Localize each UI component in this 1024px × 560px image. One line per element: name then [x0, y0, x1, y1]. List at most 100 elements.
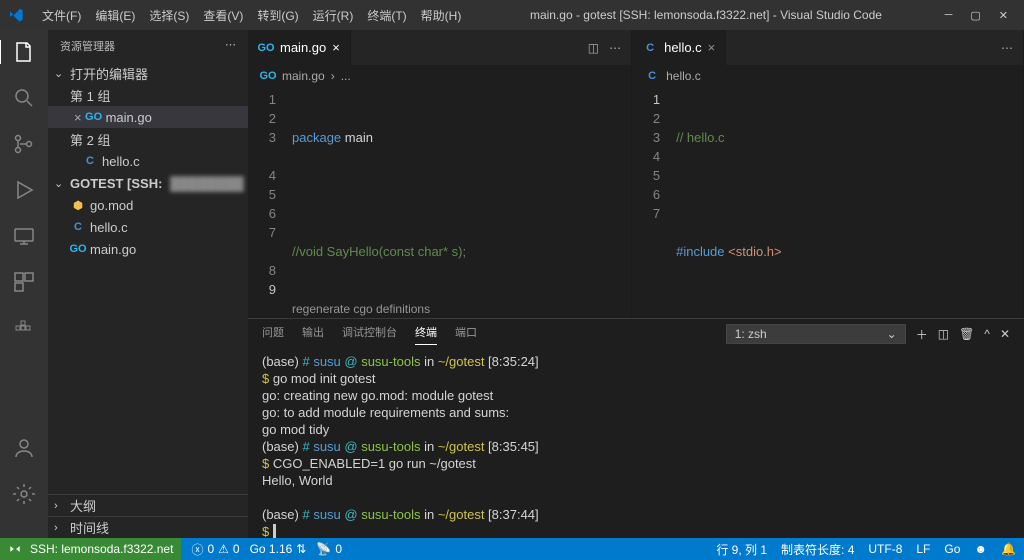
- window-controls: ─ ▢ ✕: [945, 9, 1016, 22]
- status-eol[interactable]: LF: [916, 541, 930, 558]
- close-button[interactable]: ✕: [999, 9, 1008, 22]
- docker-icon[interactable]: [12, 316, 36, 340]
- titlebar: 文件(F) 编辑(E) 选择(S) 查看(V) 转到(G) 运行(R) 终端(T…: [0, 0, 1024, 30]
- editor-pane-2: Chello.c× ⋯ Chello.c 1234567 // hello.c …: [632, 30, 1024, 318]
- panel-tab-debug-console[interactable]: 调试控制台: [342, 324, 397, 344]
- split-editor-icon[interactable]: ◫: [588, 41, 599, 55]
- remote-explorer-icon[interactable]: [12, 224, 36, 248]
- sidebar-explorer: 资源管理器 ⋯ ⌄打开的编辑器 第 1 组 × GOmain.go 第 2 组 C…: [48, 30, 248, 538]
- close-tab-icon[interactable]: ×: [332, 40, 340, 55]
- status-encoding[interactable]: UTF-8: [868, 541, 902, 558]
- open-editor-hello-c[interactable]: Chello.c: [48, 150, 248, 172]
- activity-bar: [0, 30, 48, 538]
- line-gutter: 1234567: [632, 87, 672, 318]
- run-debug-icon[interactable]: [12, 178, 36, 202]
- go-file-icon: GO: [70, 241, 86, 257]
- status-remote-ssh[interactable]: SSH: lemonsoda.f3322.net: [0, 538, 181, 560]
- panel-tabs: 问题 输出 调试控制台 终端 端口 1: zsh⌄ ＋ ◫ 🗑 ^ ✕: [248, 319, 1024, 349]
- window-title: main.go - gotest [SSH: lemonsoda.f3322.n…: [467, 8, 944, 22]
- source-control-icon[interactable]: [12, 132, 36, 156]
- menu-select[interactable]: 选择(S): [143, 3, 195, 28]
- menu-help[interactable]: 帮助(H): [415, 3, 468, 28]
- kill-terminal-icon[interactable]: 🗑: [959, 327, 974, 341]
- status-problems[interactable]: ⓧ 0 ⚠ 0: [191, 541, 239, 558]
- menu-terminal[interactable]: 终端(T): [361, 3, 412, 28]
- status-feedback-icon[interactable]: ☻: [974, 541, 987, 558]
- status-cursor-position[interactable]: 行 9, 列 1: [716, 541, 767, 558]
- account-icon[interactable]: [12, 436, 36, 460]
- panel-tab-output[interactable]: 输出: [302, 324, 324, 344]
- menu-edit[interactable]: 编辑(E): [89, 3, 141, 28]
- c-file-icon: C: [644, 68, 660, 84]
- panel-tab-problems[interactable]: 问题: [262, 324, 284, 344]
- sidebar-more-icon[interactable]: ⋯: [225, 38, 236, 54]
- explorer-tree: ⌄打开的编辑器 第 1 组 ×GOmain.go 第 2 组 Chello.c …: [48, 62, 248, 494]
- sidebar-header: 资源管理器 ⋯: [48, 30, 248, 62]
- c-file-icon: C: [70, 219, 86, 235]
- split-terminal-icon[interactable]: ◫: [938, 327, 949, 341]
- status-ports[interactable]: 📡 0: [316, 542, 342, 556]
- file-hello-c[interactable]: Chello.c: [48, 216, 248, 238]
- code-editor-1[interactable]: 123456789 package main //void SayHello(c…: [248, 87, 631, 318]
- chevron-down-icon: ⌄: [887, 327, 897, 341]
- terminal-selector[interactable]: 1: zsh⌄: [726, 324, 906, 344]
- group-2-label[interactable]: 第 2 组: [48, 128, 248, 150]
- code-editor-2[interactable]: 1234567 // hello.c #include <stdio.h> vo…: [632, 87, 1023, 318]
- editor-pane-1: GOmain.go× ◫ ⋯ GOmain.go›... 123456789 p…: [248, 30, 632, 318]
- explorer-icon[interactable]: [0, 40, 47, 64]
- file-main-go[interactable]: GOmain.go: [48, 238, 248, 260]
- c-file-icon: C: [642, 40, 658, 56]
- project-root[interactable]: ⌄GOTEST [SSH: ████████: [48, 172, 248, 194]
- extensions-icon[interactable]: [12, 270, 36, 294]
- status-indentation[interactable]: 制表符长度: 4: [781, 541, 854, 558]
- status-bar: SSH: lemonsoda.f3322.net ⓧ 0 ⚠ 0 Go 1.16…: [0, 538, 1024, 560]
- close-tab-icon[interactable]: ×: [708, 40, 716, 55]
- go-file-icon: GO: [258, 40, 274, 56]
- tab-main-go[interactable]: GOmain.go×: [248, 30, 351, 65]
- menu-goto[interactable]: 转到(G): [251, 3, 304, 28]
- tab-bar-1: GOmain.go× ◫ ⋯: [248, 30, 631, 65]
- tab-hello-c[interactable]: Chello.c×: [632, 30, 726, 65]
- line-gutter: 123456789: [248, 87, 288, 318]
- code-content[interactable]: package main //void SayHello(const char*…: [288, 87, 591, 318]
- breadcrumb-2[interactable]: Chello.c: [632, 65, 1023, 87]
- maximize-button[interactable]: ▢: [970, 9, 980, 22]
- go-file-icon: GO: [86, 109, 102, 125]
- tab-bar-2: Chello.c× ⋯: [632, 30, 1023, 65]
- status-language[interactable]: Go: [944, 541, 960, 558]
- close-panel-icon[interactable]: ✕: [1000, 327, 1010, 341]
- file-go-mod[interactable]: ⬢go.mod: [48, 194, 248, 216]
- outline-section[interactable]: ›大纲: [48, 494, 248, 516]
- maximize-panel-icon[interactable]: ^: [984, 327, 990, 341]
- menu-run[interactable]: 运行(R): [307, 3, 360, 28]
- c-file-icon: C: [82, 153, 98, 169]
- code-content[interactable]: // hello.c #include <stdio.h> void SayHe…: [672, 87, 983, 318]
- status-notifications-icon[interactable]: 🔔: [1001, 541, 1016, 558]
- breadcrumb-1[interactable]: GOmain.go›...: [248, 65, 631, 87]
- more-actions-icon[interactable]: ⋯: [609, 41, 621, 55]
- minimize-button[interactable]: ─: [945, 9, 953, 22]
- group-1-label[interactable]: 第 1 组: [48, 84, 248, 106]
- menu-bar: 文件(F) 编辑(E) 选择(S) 查看(V) 转到(G) 运行(R) 终端(T…: [36, 3, 467, 28]
- menu-view[interactable]: 查看(V): [197, 3, 249, 28]
- minimap[interactable]: [983, 87, 1023, 318]
- mod-file-icon: ⬢: [70, 197, 86, 213]
- new-terminal-icon[interactable]: ＋: [916, 326, 928, 343]
- terminal-content[interactable]: (base) # susu @ susu-tools in ~/gotest […: [248, 349, 1024, 538]
- go-file-icon: GO: [260, 68, 276, 84]
- sidebar-title: 资源管理器: [60, 38, 115, 54]
- timeline-section[interactable]: ›时间线: [48, 516, 248, 538]
- minimap[interactable]: [591, 87, 631, 318]
- vscode-logo-icon: [8, 7, 24, 23]
- menu-file[interactable]: 文件(F): [36, 3, 87, 28]
- search-icon[interactable]: [12, 86, 36, 110]
- open-editor-main-go[interactable]: ×GOmain.go: [48, 106, 248, 128]
- panel-tab-ports[interactable]: 端口: [455, 324, 477, 344]
- panel-tab-terminal[interactable]: 终端: [415, 324, 437, 345]
- close-icon[interactable]: ×: [74, 110, 82, 125]
- status-go-version[interactable]: Go 1.16 ⇅: [250, 542, 307, 556]
- remote-icon: [8, 542, 22, 556]
- open-editors-section[interactable]: ⌄打开的编辑器: [48, 62, 248, 84]
- settings-gear-icon[interactable]: [12, 482, 36, 506]
- more-actions-icon[interactable]: ⋯: [1001, 41, 1013, 55]
